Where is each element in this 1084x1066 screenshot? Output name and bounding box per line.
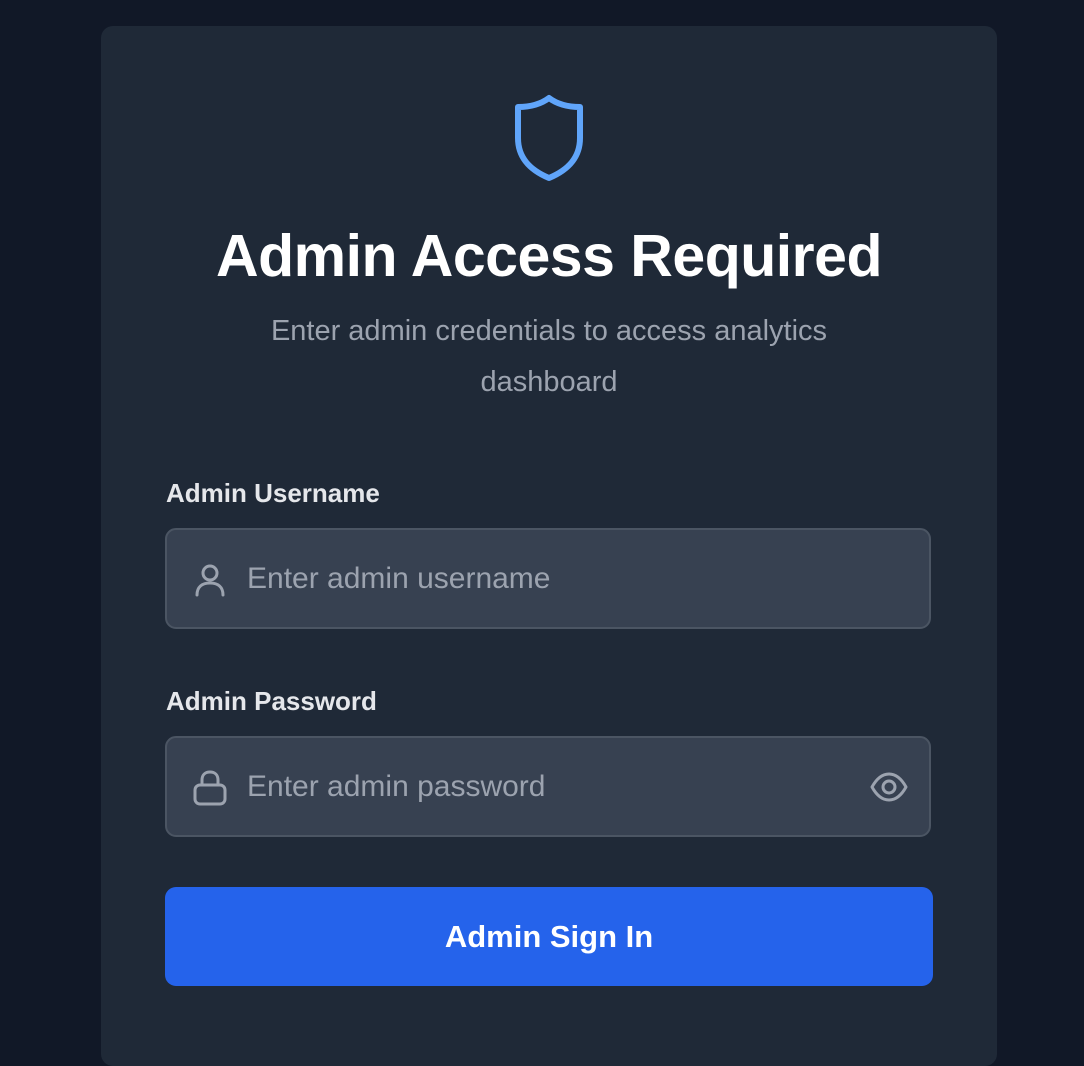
username-input[interactable] [247, 530, 847, 627]
admin-sign-in-button[interactable]: Admin Sign In [165, 887, 933, 986]
shield-icon [515, 95, 583, 181]
username-field[interactable] [165, 528, 931, 629]
password-label: Admin Password [166, 686, 377, 716]
password-field[interactable] [165, 736, 931, 837]
lock-icon [193, 770, 227, 806]
password-input[interactable] [247, 738, 847, 835]
username-label: Admin Username [166, 478, 380, 508]
user-icon [195, 564, 225, 597]
page-title: Admin Access Required [215, 223, 883, 289]
page-subtitle: Enter admin credentials to access analyt… [270, 315, 828, 398]
eye-icon[interactable] [869, 768, 909, 806]
